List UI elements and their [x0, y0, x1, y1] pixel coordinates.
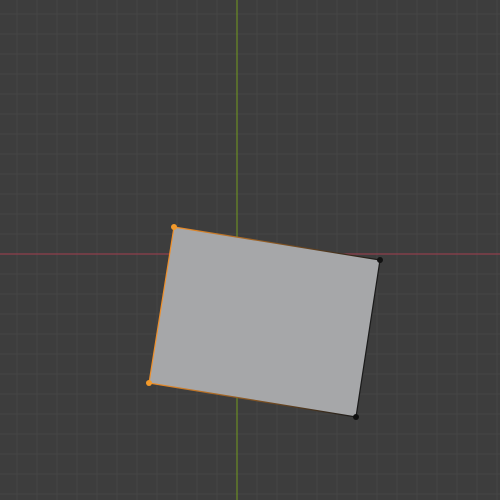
mesh-vertex-selected[interactable]	[171, 224, 177, 230]
viewport-canvas[interactable]	[0, 0, 500, 500]
mesh-vertex-selected[interactable]	[146, 380, 152, 386]
mesh-vertex[interactable]	[377, 257, 383, 263]
3d-viewport[interactable]	[0, 0, 500, 500]
mesh-vertex[interactable]	[353, 414, 359, 420]
